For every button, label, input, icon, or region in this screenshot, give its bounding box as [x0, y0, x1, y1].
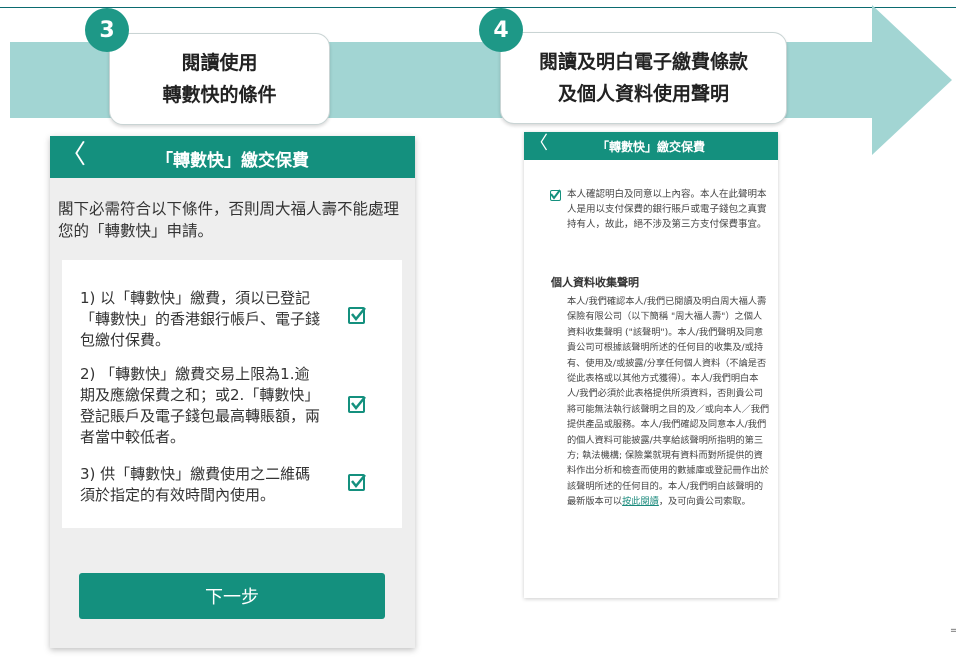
read-link[interactable]: 按此閱讀 — [622, 496, 659, 507]
header-title: 「轉數快」繳交保費 — [596, 140, 705, 154]
phone-screen-conditions: 〈 「轉數快」繳交保費 閣下必需符合以下條件，否則周大福人壽不能處理您的「轉數快… — [50, 136, 415, 648]
condition-3: 3) 供「轉數快」繳費使用之二維碼須於指定的有效時間內使用。 — [80, 465, 311, 504]
step-3-box: 閱讀使用 轉數快的條件 — [109, 33, 330, 125]
step-4-number: 4 — [479, 8, 523, 52]
checkbox-condition-1[interactable] — [348, 307, 366, 324]
privacy-body-end: ，及可向貴公司索取。 — [658, 496, 751, 508]
step-4-line2: 及個人資料使用聲明 — [557, 83, 729, 105]
step-3-line2: 轉數快的條件 — [162, 84, 277, 106]
confirm-text: 本人確認明白及同意以上內容。本人在此聲明本人是用以支付保費的銀行賬戶或電子錢包之… — [567, 189, 767, 230]
app-header: 〈 「轉數快」繳交保費 — [524, 132, 778, 160]
condition-1: 1) 以「轉數快」繳費，須以已登記「轉數快」的香港銀行帳戶、電子錢包繳付保費。 — [80, 289, 321, 349]
privacy-statement: 本人/我們確認本人/我們已閱讀及明白周大福人壽保險有限公司（以下簡稱 "周大福人… — [567, 294, 770, 510]
app-header: 〈 「轉數快」繳交保費 — [50, 136, 415, 178]
section-title: 個人資料收集聲明 — [551, 276, 639, 289]
step-3-number: 3 — [85, 8, 129, 52]
header-title: 「轉數快」繳交保費 — [156, 151, 309, 171]
side-mark: = — [950, 626, 956, 636]
conditions-card: 1) 以「轉數快」繳費，須以已登記「轉數快」的香港銀行帳戶、電子錢包繳付保費。 … — [62, 260, 402, 528]
condition-2: 2) 「轉數快」繳費交易上限為1.逾期及應繳保費之和；或2.「轉數快」登記賬戶及… — [80, 365, 321, 446]
checkbox-condition-2[interactable] — [348, 396, 366, 413]
phone-screen-declaration: 〈 「轉數快」繳交保費 本人確認明白及同意以上內容。本人在此聲明本人是用以支付保… — [524, 132, 778, 598]
step-3-line1: 閱讀使用 — [181, 52, 258, 74]
intro-text: 閣下必需符合以下條件，否則周大福人壽不能處理您的「轉數快」申請。 — [58, 200, 400, 240]
step-4-line1: 閱讀及明白電子繳費條款 — [538, 51, 748, 73]
next-button[interactable]: 下一步 — [79, 573, 385, 619]
privacy-body: 本人/我們確認本人/我們已閱讀及明白周大福人壽保險有限公司（以下簡稱 "周大福人… — [567, 296, 770, 508]
checkbox-condition-3[interactable] — [348, 474, 366, 491]
confirm-checkbox[interactable] — [550, 189, 561, 201]
step-4-box: 閱讀及明白電子繳費條款 及個人資料使用聲明 — [500, 32, 787, 124]
